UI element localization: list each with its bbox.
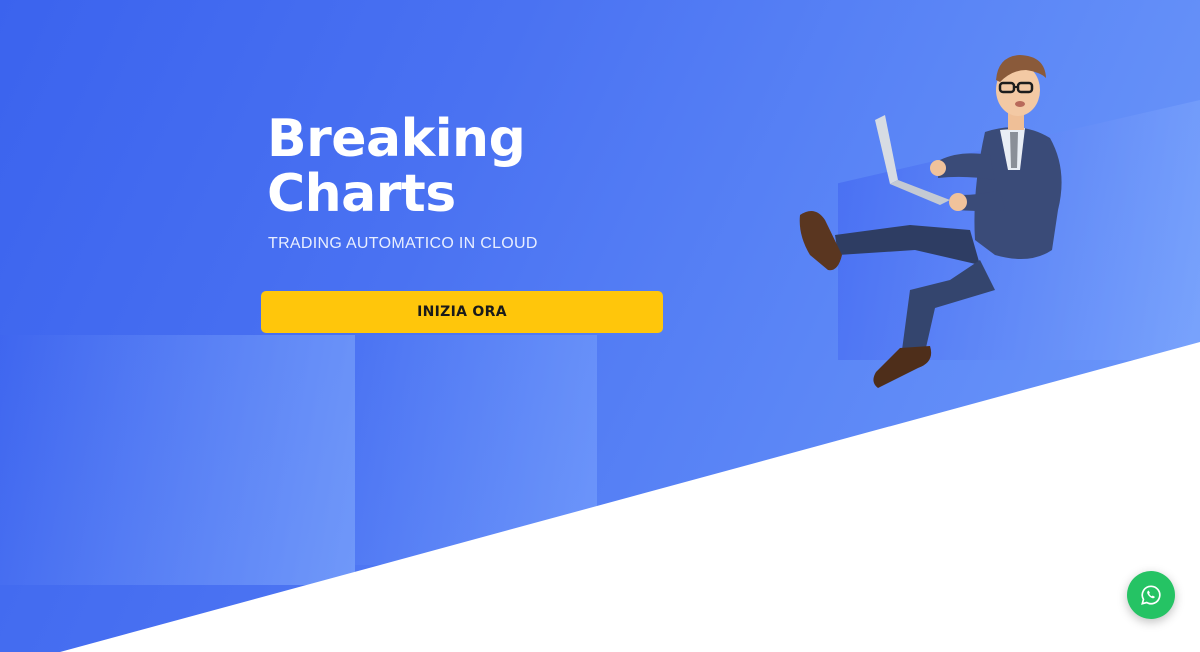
hero-title: Breaking Charts — [267, 109, 526, 224]
whatsapp-chat-button[interactable] — [1127, 571, 1175, 619]
whatsapp-icon — [1141, 585, 1161, 605]
start-now-button[interactable]: INIZIA ORA — [261, 291, 663, 333]
hero-subtitle: TRADING AUTOMATICO IN CLOUD — [268, 235, 538, 252]
hero-title-line2: Charts — [267, 164, 456, 224]
hero-title-line1: Breaking — [267, 109, 526, 169]
businessman-with-laptop-illustration — [799, 55, 1062, 388]
hero-section: Breaking Charts TRADING AUTOMATICO IN CL… — [0, 0, 1200, 652]
